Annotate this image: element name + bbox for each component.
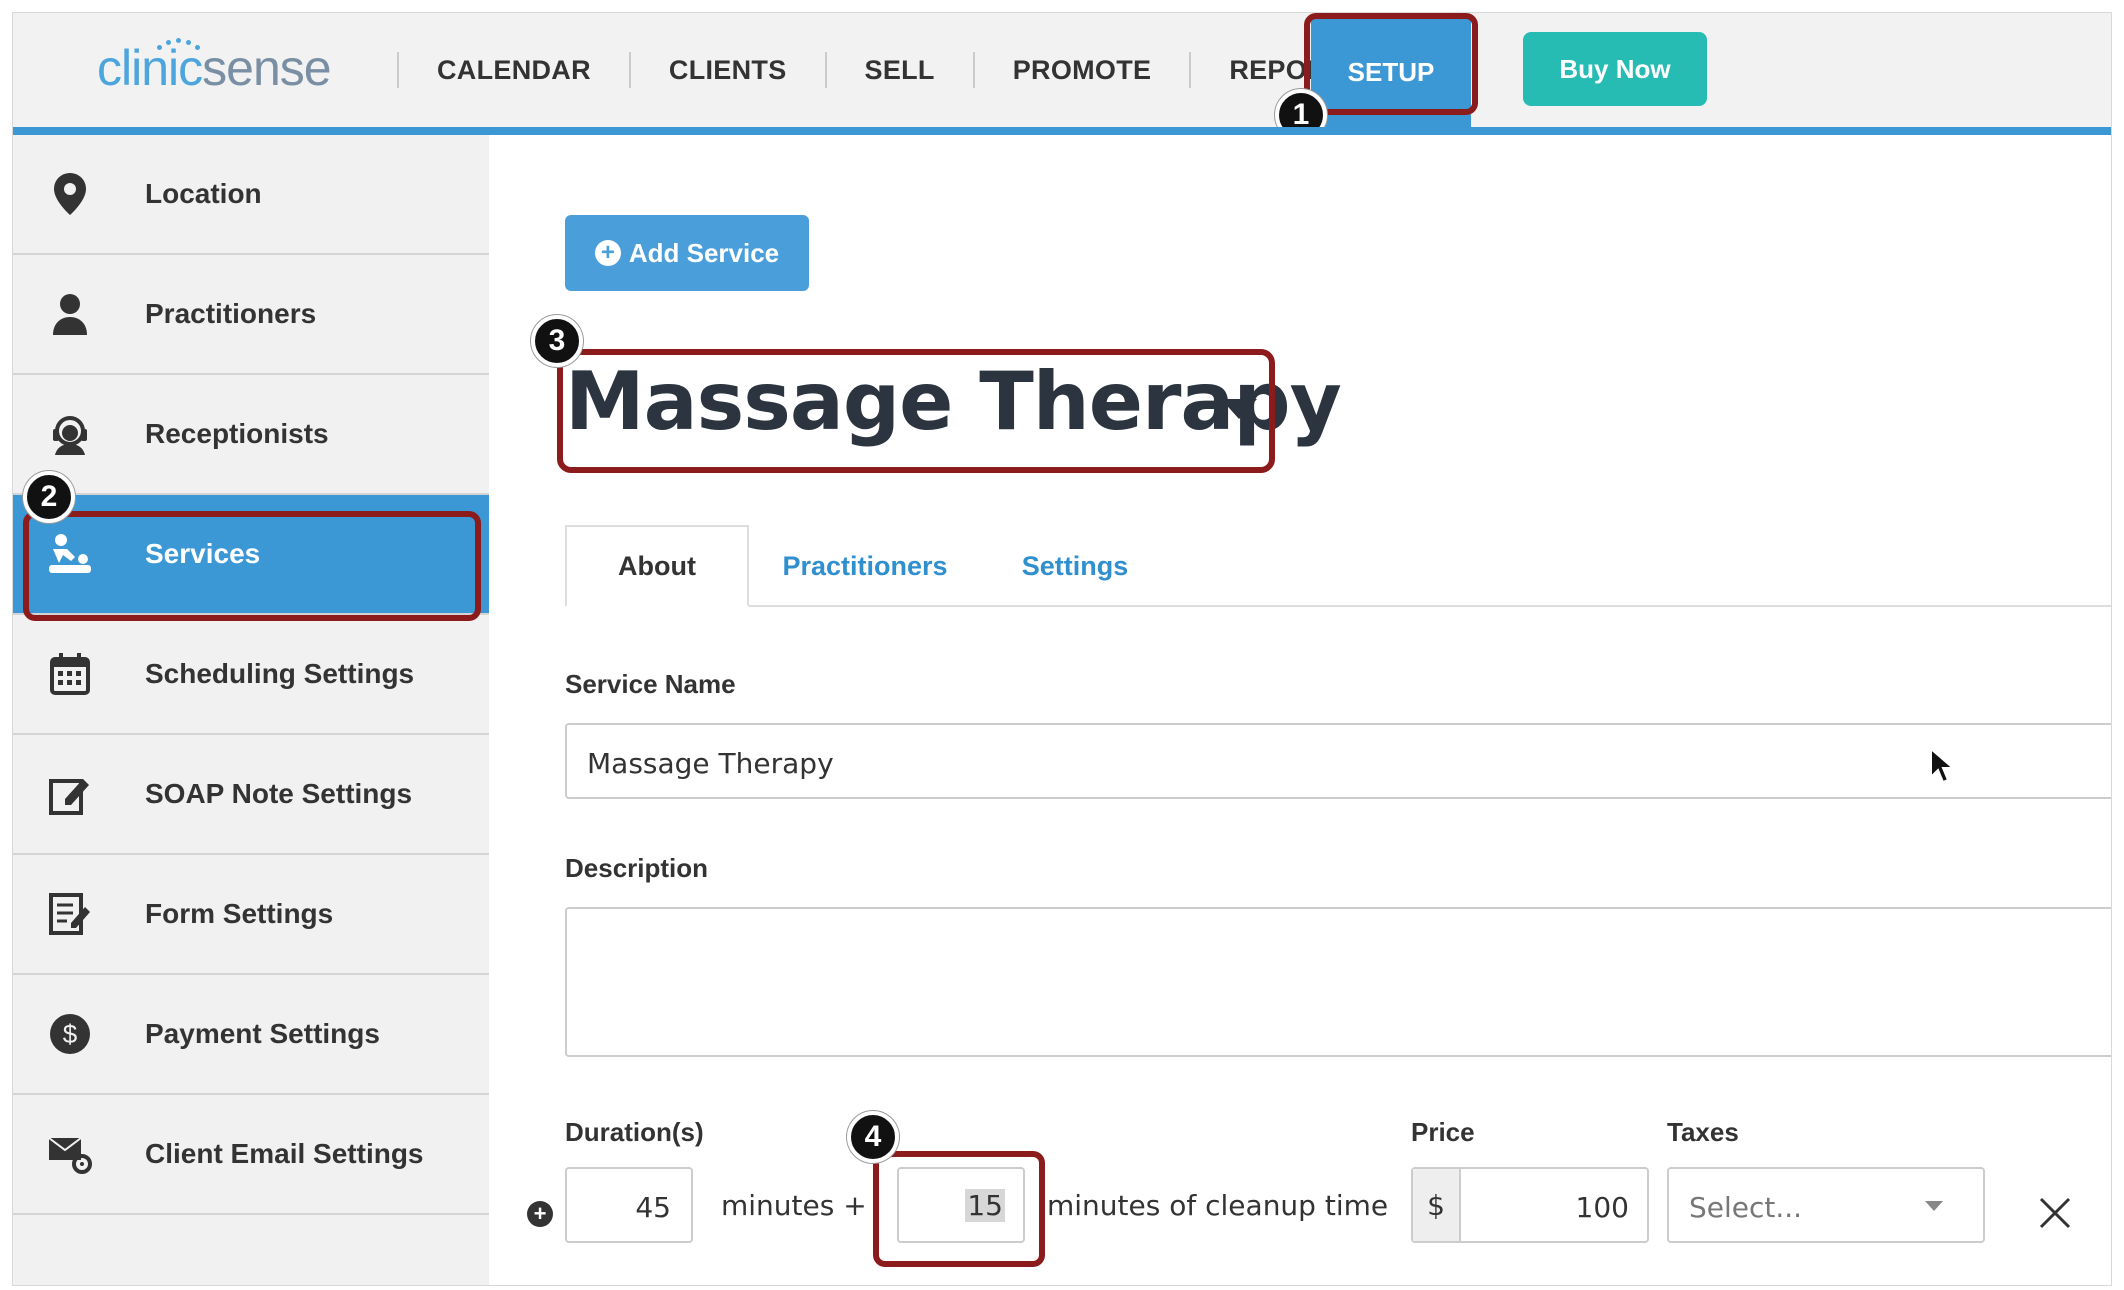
sidebar-item-form-settings[interactable]: Form Settings: [13, 855, 489, 975]
form-icon: [45, 889, 95, 939]
sidebar-item-scheduling-settings[interactable]: Scheduling Settings: [13, 615, 489, 735]
sidebar-item-client-email-settings[interactable]: Client Email Settings: [13, 1095, 489, 1215]
taxes-select[interactable]: Select...: [1667, 1167, 1985, 1243]
step-badge-3: 3: [531, 315, 583, 367]
edit-note-icon: [45, 769, 95, 819]
map-pin-icon: [45, 169, 95, 219]
services-main-panel: + Add Service Massage Therapy 3 About Pr…: [489, 135, 2111, 1285]
add-service-button[interactable]: + Add Service: [565, 215, 809, 291]
sidebar-item-practitioners[interactable]: Practitioners: [13, 255, 489, 375]
price-input-group[interactable]: $ 100: [1411, 1167, 1649, 1243]
sidebar-item-receptionists[interactable]: Receptionists: [13, 375, 489, 495]
sidebar-item-label: Location: [145, 178, 262, 209]
step-badge-4: 4: [847, 1111, 899, 1163]
nav-accent-line: [13, 127, 2111, 135]
tab-practitioners[interactable]: Practitioners: [765, 525, 965, 607]
main-nav: CALENDAR CLIENTS SELL PROMOTE REPORTS: [397, 13, 1400, 127]
sidebar-item-location[interactable]: Location: [13, 135, 489, 255]
svg-text:$: $: [63, 1019, 78, 1049]
nav-promote[interactable]: PROMOTE: [975, 55, 1190, 86]
duration-value: 45: [635, 1191, 671, 1224]
person-icon: [45, 289, 95, 339]
buy-now-button[interactable]: Buy Now: [1523, 32, 1707, 106]
logo-text-sense: sense: [202, 40, 331, 96]
dollar-circle-icon: $: [45, 1009, 95, 1059]
nav-calendar[interactable]: CALENDAR: [399, 55, 629, 86]
sidebar-item-label: Practitioners: [145, 298, 317, 329]
price-value: 100: [1575, 1191, 1629, 1224]
minutes-plus-text: minutes +: [721, 1189, 867, 1222]
chevron-down-icon: [1925, 1201, 1943, 1211]
description-label: Description: [565, 853, 709, 883]
nav-sell[interactable]: SELL: [827, 55, 973, 86]
tab-settings[interactable]: Settings: [985, 525, 1165, 607]
highlight-box-services: [23, 511, 481, 621]
sidebar-item-label: Receptionists: [145, 418, 329, 449]
price-label: Price: [1411, 1117, 1475, 1147]
mouse-cursor-icon: [1929, 746, 1956, 790]
nav-clients[interactable]: CLIENTS: [631, 55, 825, 86]
clinicsense-logo[interactable]: clinicsense: [97, 39, 332, 97]
sidebar-item-label: Form Settings: [145, 898, 334, 929]
step-badge-2: 2: [23, 471, 75, 523]
add-service-label: Add Service: [628, 237, 780, 268]
setup-sidebar: Location Practitioners Receptionists Ser…: [13, 135, 489, 1285]
durations-label: Duration(s): [565, 1117, 704, 1147]
sidebar-item-label: SOAP Note Settings: [145, 778, 413, 809]
sidebar-item-soap-note-settings[interactable]: SOAP Note Settings: [13, 735, 489, 855]
sidebar-item-label: Client Email Settings: [145, 1138, 424, 1169]
service-name-input[interactable]: Massage Therapy: [565, 723, 2111, 799]
add-duration-icon[interactable]: +: [527, 1201, 553, 1227]
taxes-label: Taxes: [1667, 1117, 1739, 1147]
app-window: clinicsense CALENDAR CLIENTS SELL PROMOT…: [12, 12, 2112, 1286]
currency-addon: $: [1413, 1169, 1461, 1241]
receptionist-headset-icon: [45, 409, 95, 459]
top-navigation-bar: clinicsense CALENDAR CLIENTS SELL PROMOT…: [13, 13, 2111, 141]
remove-row-close-icon[interactable]: [2037, 1195, 2073, 1231]
highlight-box-setup: [1304, 13, 1478, 115]
calendar-icon: [45, 649, 95, 699]
tab-about[interactable]: About: [565, 525, 749, 607]
description-textarea[interactable]: [565, 907, 2111, 1057]
highlight-box-service-title: [557, 349, 1275, 473]
logo-dots-icon: [153, 37, 213, 51]
sidebar-item-payment-settings[interactable]: $ Payment Settings: [13, 975, 489, 1095]
highlight-box-cleanup: [873, 1151, 1045, 1267]
service-name-value: Massage Therapy: [587, 747, 834, 780]
plus-circle-icon: +: [594, 240, 621, 266]
sidebar-item-label: Scheduling Settings: [145, 658, 415, 689]
service-tabs: About Practitioners Settings: [565, 525, 2111, 607]
duration-input[interactable]: 45: [565, 1167, 693, 1243]
cleanup-time-text: minutes of cleanup time: [1047, 1189, 1389, 1222]
service-name-label: Service Name: [565, 669, 736, 699]
sidebar-item-label: Payment Settings: [145, 1018, 380, 1049]
taxes-placeholder: Select...: [1689, 1191, 1803, 1224]
email-settings-icon: [45, 1129, 95, 1179]
